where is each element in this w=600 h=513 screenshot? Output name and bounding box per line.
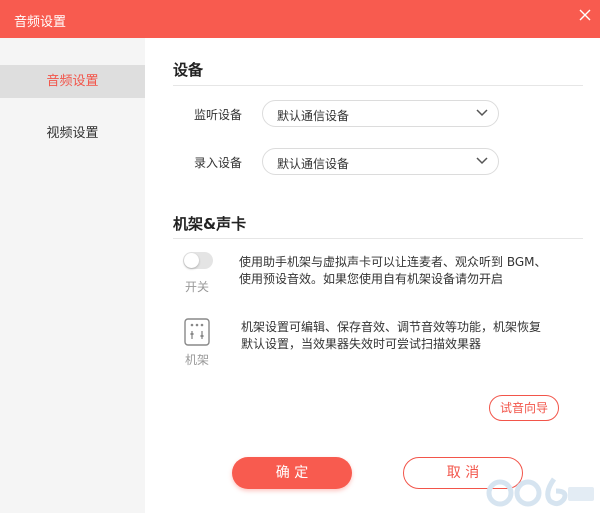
rack-icon[interactable]	[183, 317, 211, 347]
rack-heading: 机架&声卡	[173, 215, 247, 233]
chevron-down-icon	[476, 109, 488, 117]
switch-description: 使用助手机架与虚拟声卡可以让连麦者、观众听到 BGM、 使用预设音效。如果您使用…	[239, 254, 547, 288]
devices-heading: 设备	[173, 61, 204, 79]
sidebar-item-label: 音频设置	[46, 74, 99, 89]
sidebar-item-label: 视频设置	[46, 126, 99, 141]
sidebar: 音频设置 视频设置	[0, 38, 145, 513]
rack-toggle-switch[interactable]	[183, 252, 213, 269]
rack-description: 机架设置可编辑、保存音效、调节音效等功能，机架恢复 默认设置，当效果器失效时可尝…	[241, 319, 541, 353]
watermark-logo	[486, 477, 594, 507]
monitor-device-select[interactable]: 默认通信设备	[262, 100, 499, 127]
monitor-device-value: 默认通信设备	[277, 109, 350, 123]
rack-description-line2: 默认设置，当效果器失效时可尝试扫描效果器	[241, 337, 482, 351]
monitor-device-label: 监听设备	[194, 108, 243, 122]
rack-caption: 机架	[185, 353, 210, 367]
close-button[interactable]	[570, 0, 600, 30]
switch-description-line1: 使用助手机架与虚拟声卡可以让连麦者、观众听到 BGM、	[239, 255, 547, 269]
close-icon	[579, 9, 591, 21]
switch-caption: 开关	[185, 280, 210, 294]
devices-divider	[173, 85, 583, 86]
sound-test-wizard-button[interactable]: 试音向导	[489, 395, 559, 421]
rack-description-line1: 机架设置可编辑、保存音效、调节音效等功能，机架恢复	[241, 320, 542, 334]
confirm-button[interactable]: 确 定	[232, 457, 352, 489]
title-bar: 音频设置	[0, 0, 600, 38]
switch-description-line2: 使用预设音效。如果您使用自有机架设备请勿开启	[239, 272, 504, 286]
record-device-label: 录入设备	[194, 156, 243, 170]
main-panel: 设备 监听设备 默认通信设备 录入设备 默认通信设备 机架&声卡 开关 使用助手…	[145, 38, 600, 513]
chevron-down-icon	[476, 157, 488, 165]
toggle-knob	[184, 253, 199, 268]
record-device-select[interactable]: 默认通信设备	[262, 148, 499, 175]
record-device-value: 默认通信设备	[277, 157, 350, 171]
sidebar-item-audio-settings[interactable]: 音频设置	[0, 65, 145, 98]
rack-divider	[173, 238, 583, 239]
window-title: 音频设置	[14, 15, 67, 30]
sidebar-item-video-settings[interactable]: 视频设置	[0, 117, 145, 150]
